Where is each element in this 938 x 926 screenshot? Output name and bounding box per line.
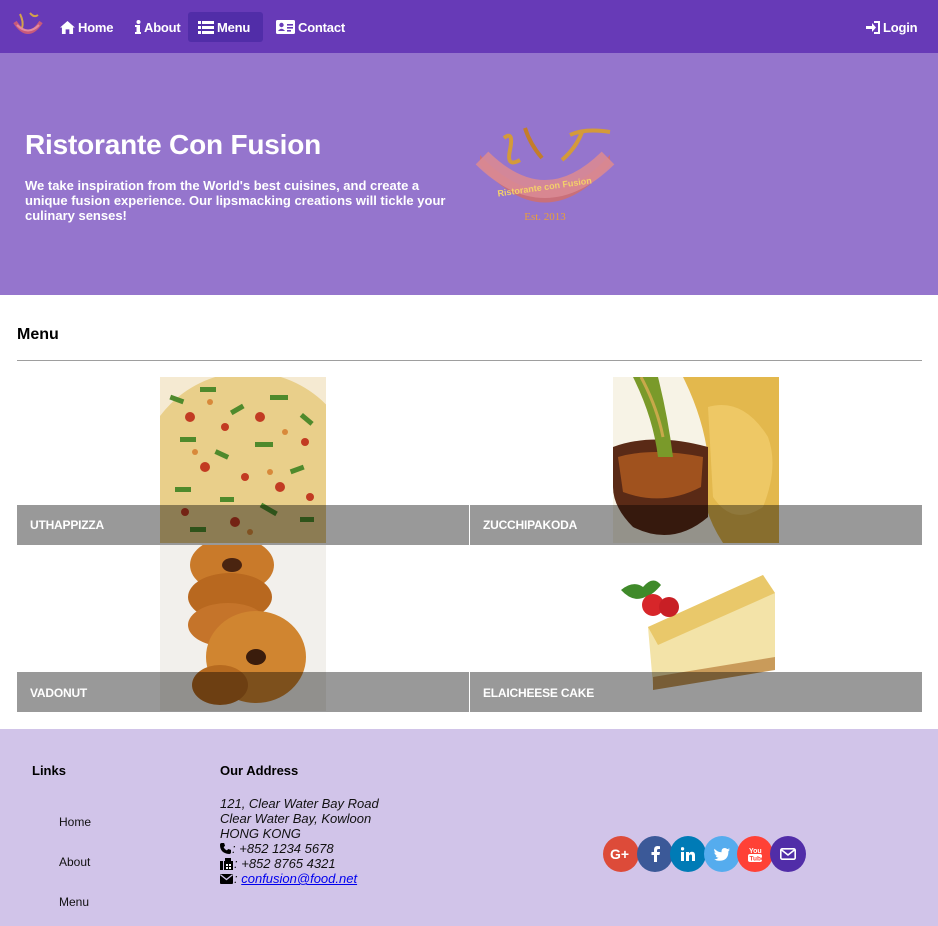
- sign-in-icon: [866, 20, 880, 34]
- nav-home[interactable]: Home: [50, 12, 124, 42]
- tile-label: ZUCCHIPAKODA: [483, 518, 578, 532]
- address-card-icon: [276, 20, 295, 34]
- jumbotron-title: Ristorante Con Fusion: [25, 129, 322, 160]
- restaurant-logo-icon[interactable]: [12, 10, 44, 40]
- address-line: 121, Clear Water Bay Road: [220, 796, 379, 811]
- info-icon: [135, 20, 141, 34]
- fax-row: : +852 8765 4321: [220, 856, 379, 871]
- menu-tile-uthappizza[interactable]: UTHAPPIZZA: [17, 377, 469, 545]
- nav-about-label: About: [144, 19, 181, 35]
- list-icon: [198, 20, 214, 34]
- phone-row: : +852 1234 5678: [220, 841, 379, 856]
- footer-links-title: Links: [32, 763, 66, 778]
- tile-label: UTHAPPIZZA: [30, 518, 104, 532]
- logo-est: Est. 2013: [524, 211, 566, 223]
- fax-icon: [220, 857, 233, 870]
- svg-text:G+: G+: [610, 847, 629, 861]
- tile-label: VADONUT: [30, 686, 88, 700]
- linkedin-icon[interactable]: [670, 836, 706, 872]
- phone-icon: [220, 843, 231, 854]
- email-link[interactable]: confusion@food.net: [241, 871, 357, 886]
- home-icon: [60, 20, 75, 34]
- nav-contact-label: Contact: [298, 19, 345, 35]
- nav-menu-label: Menu: [217, 19, 251, 35]
- phone-number: : +852 1234 5678: [232, 841, 334, 856]
- email-prefix: :: [234, 871, 242, 886]
- facebook-icon[interactable]: [637, 836, 673, 872]
- nav-contact[interactable]: Contact: [266, 12, 356, 42]
- address-line: Clear Water Bay, Kowloon: [220, 811, 372, 826]
- svg-text:Tube: Tube: [750, 856, 763, 863]
- footer-link-about[interactable]: About: [59, 855, 90, 869]
- jumbotron: Ristorante Con Fusion We take inspiratio…: [0, 53, 938, 295]
- jumbotron-text: We take inspiration from the World's bes…: [25, 178, 446, 223]
- google-plus-icon[interactable]: G+: [603, 836, 639, 872]
- footer-address-title: Our Address: [220, 763, 299, 778]
- navbar: Home About Menu Contact Login: [0, 0, 938, 53]
- twitter-icon[interactable]: [704, 836, 740, 872]
- nav-menu[interactable]: Menu: [188, 12, 263, 42]
- footer-link-home[interactable]: Home: [59, 815, 91, 829]
- footer: Links Home About Menu Our Address 121, C…: [0, 729, 938, 926]
- menu-tile-zucchipakoda[interactable]: ZUCCHIPAKODA: [470, 377, 922, 545]
- menu-tile-elaicheese-cake[interactable]: ELAICHEESE CAKE: [470, 545, 922, 712]
- footer-address: 121, Clear Water Bay Road Clear Water Ba…: [220, 796, 379, 886]
- envelope-icon: [220, 873, 233, 884]
- login-button[interactable]: Login: [856, 12, 928, 42]
- menu-heading: Menu: [17, 326, 59, 343]
- login-label: Login: [883, 19, 918, 35]
- mail-icon[interactable]: [770, 836, 806, 872]
- address-line: HONG KONG: [220, 826, 301, 841]
- menu-tile-vadonut[interactable]: VADONUT: [17, 545, 469, 712]
- footer-link-menu[interactable]: Menu: [59, 895, 89, 909]
- youtube-icon[interactable]: YouTube: [737, 836, 773, 872]
- email-row: : confusion@food.net: [220, 871, 379, 886]
- fax-number: : +852 8765 4321: [234, 856, 336, 871]
- nav-about[interactable]: About: [125, 12, 192, 42]
- svg-text:You: You: [749, 848, 762, 855]
- nav-home-label: Home: [78, 19, 114, 35]
- restaurant-logo: Ristorante con Fusion Est. 2013: [475, 127, 615, 223]
- tile-label: ELAICHEESE CAKE: [483, 686, 595, 700]
- menu-divider: [17, 360, 922, 361]
